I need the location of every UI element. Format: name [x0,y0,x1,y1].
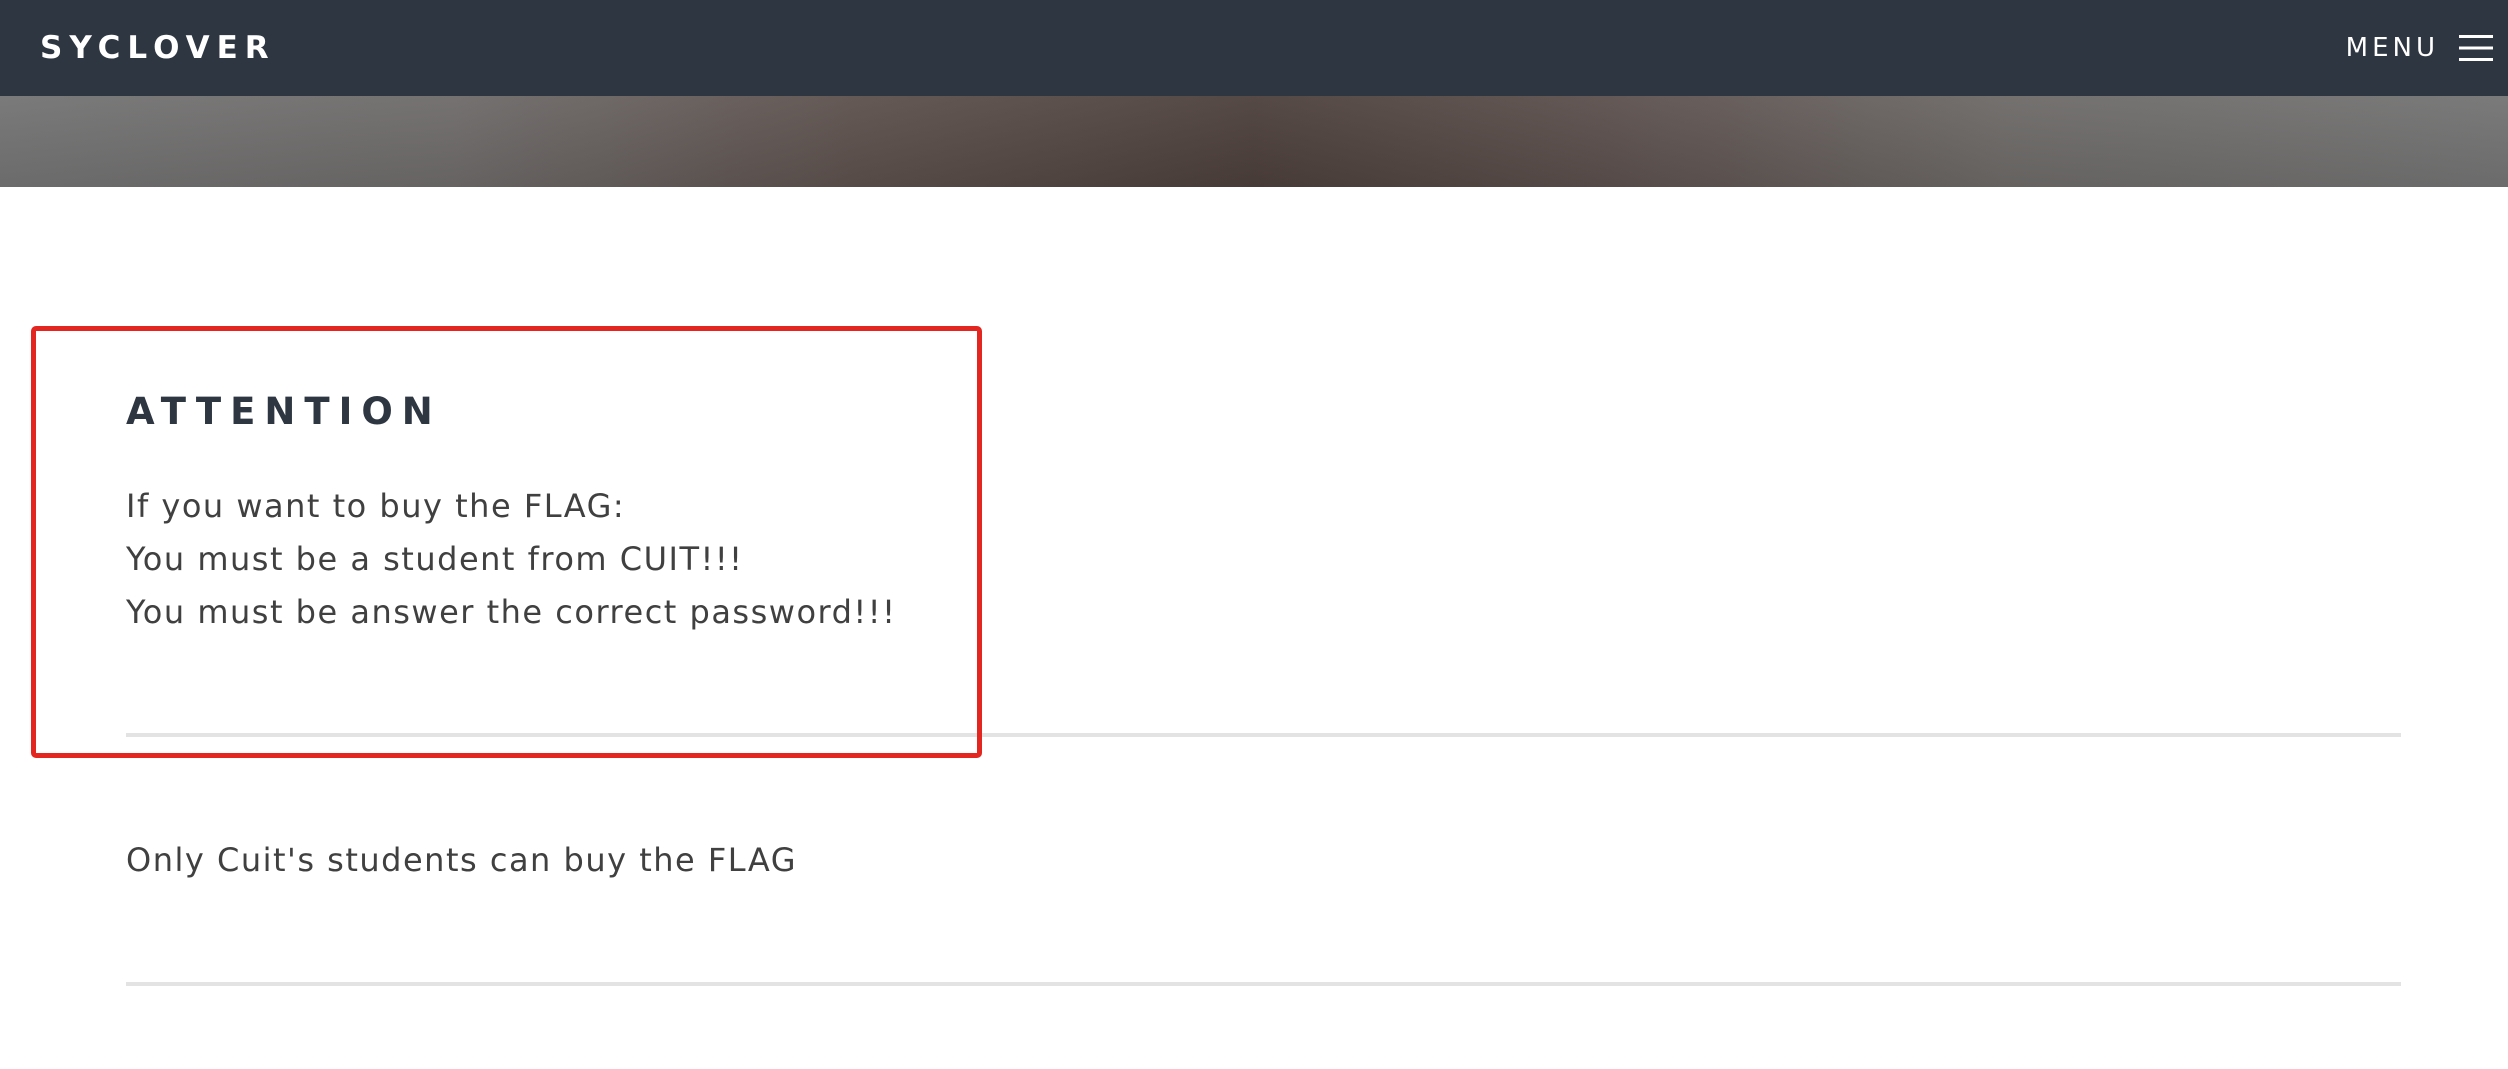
header-banner-image [0,96,2508,187]
brand-logo[interactable]: SYCLOVER [40,28,276,68]
menu-toggle-button[interactable]: MENU [2346,28,2493,68]
section-divider [126,982,2401,986]
navbar: SYCLOVER MENU [0,0,2508,96]
page: SYCLOVER MENU ATTENTION If you want to b… [0,0,2508,1069]
menu-label: MENU [2345,33,2439,63]
purchase-notice: Only Cuit's students can buy the FLAG [126,841,797,879]
hamburger-icon [2459,35,2493,61]
attention-highlight-box [31,326,982,758]
